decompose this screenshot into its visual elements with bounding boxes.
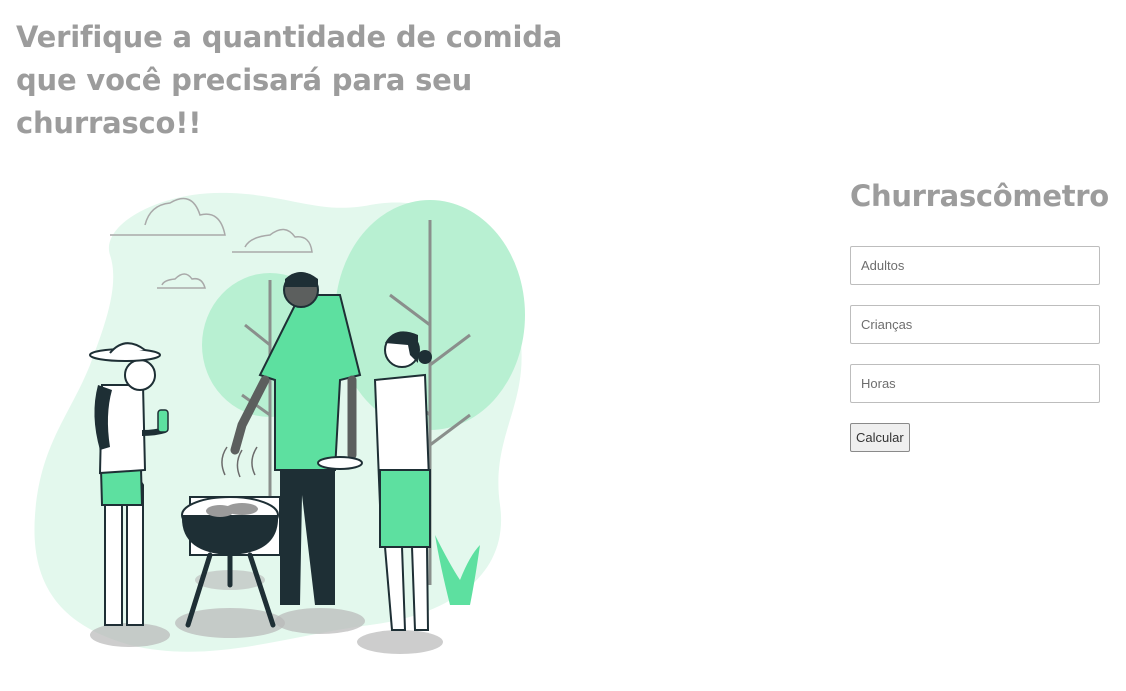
children-input[interactable] [850, 305, 1100, 344]
barbecue-illustration [34, 192, 525, 654]
panel-title: Churrascômetro [850, 179, 1109, 213]
page-headline: Verifique a quantidade de comida que voc… [16, 20, 563, 140]
adults-input[interactable] [850, 246, 1100, 285]
churrascometro-panel: Churrascômetro Calcular [850, 176, 1110, 452]
hours-input[interactable] [850, 364, 1100, 403]
calculate-button[interactable]: Calcular [850, 423, 910, 452]
